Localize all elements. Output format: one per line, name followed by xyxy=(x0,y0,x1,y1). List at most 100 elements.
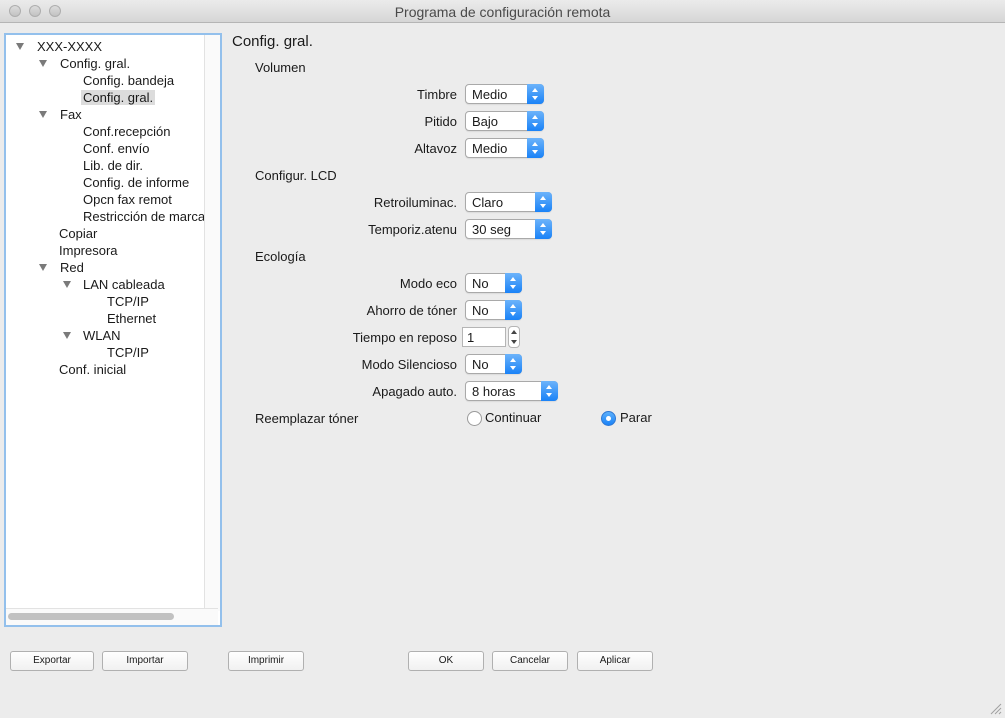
tree-label: Conf. envío xyxy=(83,141,150,156)
settings-tree[interactable]: XXX-XXXX Config. gral. Config. bandeja C… xyxy=(4,33,222,627)
tree-label: Red xyxy=(60,260,84,275)
timbre-select[interactable]: Medio xyxy=(465,84,544,104)
section-ecologia: Ecología xyxy=(255,249,306,264)
altavoz-label: Altavoz xyxy=(414,141,457,156)
tree-node-lib-dir[interactable]: Lib. de dir. xyxy=(83,157,143,174)
title-bar: Programa de configuración remota xyxy=(0,0,1005,23)
tree-node-wlan-tcpip[interactable]: TCP/IP xyxy=(107,344,149,361)
tree-node-config-gral-selected[interactable]: Config. gral. xyxy=(81,89,156,106)
select-value: Bajo xyxy=(472,114,499,129)
importar-button[interactable]: Importar xyxy=(102,651,188,671)
tree-label: TCP/IP xyxy=(107,345,149,360)
reemplazar-toner-label: Reemplazar tóner xyxy=(255,411,359,426)
imprimir-button[interactable]: Imprimir xyxy=(228,651,304,671)
temporizador-label: Temporiz.atenu xyxy=(368,222,457,237)
tree-node-config-bandeja[interactable]: Config. bandeja xyxy=(83,72,174,89)
ahorro-toner-select[interactable]: No xyxy=(465,300,522,320)
tree-label: Config. de informe xyxy=(83,175,190,190)
chevron-updown-icon xyxy=(527,138,544,158)
cancelar-button[interactable]: Cancelar xyxy=(492,651,568,671)
chevron-updown-icon xyxy=(505,354,522,374)
chevron-updown-icon xyxy=(505,273,522,293)
select-value: Medio xyxy=(472,141,508,156)
modo-eco-select[interactable]: No xyxy=(465,273,522,293)
radio-parar-label[interactable]: Parar xyxy=(620,410,652,425)
tree-label: Config. gral. xyxy=(60,56,131,71)
select-value: Claro xyxy=(472,195,504,210)
chevron-updown-icon xyxy=(535,192,552,212)
page-title: Config. gral. xyxy=(232,33,313,50)
tree-node-conf-envio[interactable]: Conf. envío xyxy=(83,140,150,157)
tree-label: Impresora xyxy=(59,243,118,258)
chevron-updown-icon xyxy=(535,219,552,239)
tree-node-lan-tcpip[interactable]: TCP/IP xyxy=(107,293,149,310)
altavoz-select[interactable]: Medio xyxy=(465,138,544,158)
chevron-updown-icon xyxy=(541,381,558,401)
tree-label: Fax xyxy=(60,107,82,122)
tree-label: Config. bandeja xyxy=(83,73,175,88)
tree-label: Lib. de dir. xyxy=(83,158,143,173)
select-value: 30 seg xyxy=(472,222,512,237)
tree-node-opcn-fax-remot[interactable]: Opcn fax remot xyxy=(83,191,172,208)
tree-node-impresora[interactable]: Impresora xyxy=(59,242,118,259)
disclosure-triangle-icon[interactable] xyxy=(39,264,47,271)
tree-label: TCP/IP xyxy=(107,294,149,309)
disclosure-triangle-icon[interactable] xyxy=(63,281,71,288)
retroiluminacion-label: Retroiluminac. xyxy=(373,195,457,210)
ok-button[interactable]: OK xyxy=(408,651,484,671)
tree-node-conf-inicial[interactable]: Conf. inicial xyxy=(59,361,126,378)
select-value: No xyxy=(472,303,489,318)
tree-label: Conf.recepción xyxy=(83,124,171,139)
resize-grip-icon[interactable] xyxy=(990,703,1002,715)
tiempo-reposo-stepper[interactable] xyxy=(508,326,520,348)
chevron-updown-icon xyxy=(527,111,544,131)
aplicar-button[interactable]: Aplicar xyxy=(577,651,653,671)
tree-node-conf-recepcion[interactable]: Conf.recepción xyxy=(83,123,170,140)
modo-eco-label: Modo eco xyxy=(399,276,457,291)
tree-label: Ethernet xyxy=(107,311,157,326)
tree-vertical-scrollbar[interactable] xyxy=(204,35,220,611)
modo-silencioso-select[interactable]: No xyxy=(465,354,522,374)
radio-continuar[interactable] xyxy=(467,411,482,426)
radio-continuar-label[interactable]: Continuar xyxy=(485,410,541,425)
tree-label: Copiar xyxy=(59,226,98,241)
pitido-select[interactable]: Bajo xyxy=(465,111,544,131)
timbre-label: Timbre xyxy=(417,87,457,102)
select-value: 8 horas xyxy=(472,384,516,399)
tree-node-ethernet[interactable]: Ethernet xyxy=(107,310,156,327)
pitido-label: Pitido xyxy=(424,114,457,129)
tree-node-restriccion-marcacion[interactable]: Restricción de marcación xyxy=(83,208,206,225)
tiempo-reposo-input[interactable]: 1 xyxy=(462,327,506,347)
tree-horizontal-scrollbar[interactable] xyxy=(6,608,218,625)
radio-parar[interactable] xyxy=(601,411,616,426)
apagado-auto-select[interactable]: 8 horas xyxy=(465,381,558,401)
tiempo-reposo-label: Tiempo en reposo xyxy=(352,330,457,345)
tree-node-copiar[interactable]: Copiar xyxy=(59,225,97,242)
select-value: No xyxy=(472,276,489,291)
tree-label: LAN cableada xyxy=(83,277,165,292)
tree-label: Conf. inicial xyxy=(59,362,127,377)
chevron-updown-icon xyxy=(527,84,544,104)
tree-label: Config. gral. xyxy=(81,90,156,105)
tree-label: Restricción de marcación xyxy=(83,209,206,224)
tree-label: WLAN xyxy=(83,328,121,343)
tree-label: Opcn fax remot xyxy=(83,192,172,207)
modo-silencioso-label: Modo Silencioso xyxy=(361,357,457,372)
select-value: Medio xyxy=(472,87,508,102)
chevron-updown-icon xyxy=(505,300,522,320)
temporizador-select[interactable]: 30 seg xyxy=(465,219,552,239)
disclosure-triangle-icon[interactable] xyxy=(39,111,47,118)
tree-node-config-informe[interactable]: Config. de informe xyxy=(83,174,189,191)
window-title: Programa de configuración remota xyxy=(394,4,611,20)
disclosure-triangle-icon[interactable] xyxy=(63,332,71,339)
section-configur-lcd: Configur. LCD xyxy=(255,168,337,183)
disclosure-triangle-icon[interactable] xyxy=(39,60,47,67)
disclosure-triangle-icon[interactable] xyxy=(16,43,24,50)
select-value: No xyxy=(472,357,489,372)
scrollbar-thumb[interactable] xyxy=(8,613,174,620)
ahorro-toner-label: Ahorro de tóner xyxy=(366,303,457,318)
retroiluminacion-select[interactable]: Claro xyxy=(465,192,552,212)
tree-label: XXX-XXXX xyxy=(37,39,103,54)
section-volumen: Volumen xyxy=(255,60,306,75)
exportar-button[interactable]: Exportar xyxy=(10,651,94,671)
